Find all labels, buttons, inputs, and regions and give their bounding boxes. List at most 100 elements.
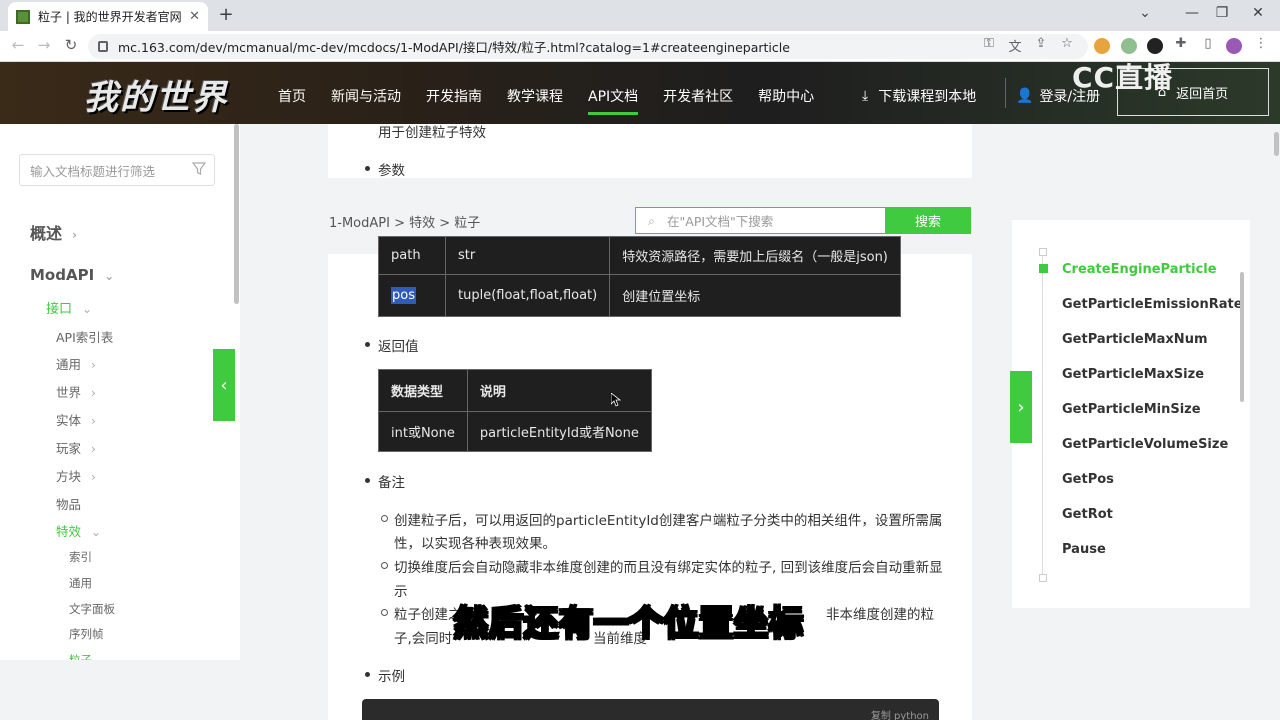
browser-tab[interactable]: 粒子 | 我的世界开发者官网 ✕ <box>8 2 208 31</box>
toc-item[interactable]: GetPos <box>1062 472 1114 487</box>
selected-text: pos <box>391 287 416 304</box>
toc-item[interactable]: GetRot <box>1062 507 1113 522</box>
lock-icon <box>98 41 108 52</box>
param-type: tuple(float,float,float) <box>444 274 611 317</box>
sidepanel-icon[interactable]: ▯ <box>1199 36 1217 51</box>
note-item-cont: 子,会同时 <box>394 631 453 647</box>
minecraft-favicon-icon <box>16 9 30 24</box>
toc-item[interactable]: GetParticleMaxNum <box>1062 332 1208 347</box>
note-item: 切换维度后会自动隐藏非本维度创建的而且没有绑定实体的粒子, 回到该维度后会自动重… <box>381 556 943 576</box>
window-close-button[interactable]: ✕ <box>1243 5 1273 21</box>
mouse-cursor-icon <box>611 393 621 407</box>
sidebar-item-item[interactable]: 物品 <box>56 494 81 513</box>
return-type: int或None <box>378 411 468 452</box>
toc-item[interactable]: Pause <box>1062 542 1106 557</box>
download-course-link[interactable]: ⤓ 下载课程到本地 <box>862 86 976 106</box>
site-logo[interactable]: 我的世界 <box>84 70 228 119</box>
param-desc: 特效资源路径，需要加上后缀名（一般是json) <box>609 236 901 275</box>
search-icon: ⌕ <box>648 212 656 228</box>
sidebar-item-effects-general[interactable]: 通用 <box>69 575 92 591</box>
sidebar-scrollbar[interactable] <box>234 124 239 304</box>
header-divider <box>1005 78 1006 108</box>
extension-icon[interactable] <box>1094 38 1110 54</box>
tab-close-icon[interactable]: ✕ <box>189 9 200 24</box>
copy-code-button[interactable]: 复制 python <box>871 707 929 720</box>
table-row: path str 特效资源路径，需要加上后缀名（一般是json) <box>378 236 901 275</box>
sidebar-item-modapi[interactable]: ModAPI ⌄ <box>30 266 114 284</box>
collapse-sidebar-button[interactable]: ‹ <box>213 349 235 421</box>
sidebar-item-block[interactable]: 方块 › <box>56 466 96 485</box>
download-label: 下载课程到本地 <box>878 89 977 105</box>
note-item-cont: 性，以实现各种表现效果。 <box>394 536 556 552</box>
reload-button[interactable]: ↻ <box>61 36 81 54</box>
sidebar-item-effects-index[interactable]: 索引 <box>69 549 92 565</box>
code-block: 复制 python <box>362 699 939 720</box>
sidebar-item-sequence-frame[interactable]: 序列帧 <box>69 626 104 642</box>
extension-icon[interactable] <box>1147 38 1163 54</box>
nav-community[interactable]: 开发者社区 <box>663 86 733 115</box>
translate-icon[interactable]: 文 <box>1006 36 1024 55</box>
toc-scrollbar[interactable] <box>1240 272 1244 402</box>
nav-help[interactable]: 帮助中心 <box>758 86 814 115</box>
sidebar-item-world[interactable]: 世界 › <box>56 382 96 401</box>
browser-tab-bar: 粒子 | 我的世界开发者官网 ✕ + ⌄ — ❐ ✕ <box>0 0 1280 31</box>
sidebar-item-particle[interactable]: 粒子 <box>69 652 92 660</box>
sidebar-item-overview[interactable]: 概述 › <box>30 220 77 244</box>
example-heading: 示例 <box>365 665 405 685</box>
profile-avatar[interactable] <box>1226 38 1242 54</box>
chevron-left-icon: ‹ <box>220 374 228 396</box>
bookmark-star-icon[interactable]: ☆ <box>1058 36 1076 51</box>
params-table: path str 特效资源路径，需要加上后缀名（一般是json) pos tup… <box>378 236 901 317</box>
window-maximize-button[interactable]: ❐ <box>1207 5 1237 21</box>
forward-button[interactable]: → <box>34 36 54 54</box>
sidebar-item-entity[interactable]: 实体 › <box>56 410 96 429</box>
collapse-toc-button[interactable]: › <box>1010 371 1032 443</box>
sidebar-item-effects[interactable]: 特效 ⌄ <box>56 521 101 540</box>
search-button[interactable]: 搜索 <box>885 207 971 234</box>
nav-api-docs[interactable]: API文档 <box>588 86 639 115</box>
toc-item[interactable]: CreateEngineParticle <box>1062 262 1217 277</box>
new-tab-button[interactable]: + <box>216 4 236 25</box>
param-name: pos <box>378 274 446 317</box>
key-icon[interactable]: ⚿ <box>980 36 998 51</box>
extension-icon[interactable] <box>1121 38 1137 54</box>
param-name: path <box>378 236 446 275</box>
url-text: mc.163.com/dev/mcmanual/mc-dev/mcdocs/1-… <box>118 40 790 55</box>
sidebar-item-player[interactable]: 玩家 › <box>56 438 96 457</box>
return-table: 数据类型 说明 int或None particleEntityId或者None <box>378 369 652 452</box>
sidebar-item-api-index[interactable]: API索引表 <box>56 327 113 346</box>
puzzle-extensions-icon[interactable]: ✚ <box>1172 36 1190 51</box>
page-scrollbar[interactable] <box>1274 132 1279 156</box>
doc-filter-input[interactable]: 输入文档标题进行筛选 <box>19 154 215 186</box>
sidebar-item-text-panel[interactable]: 文字面板 <box>69 601 115 617</box>
toc-rail <box>1042 248 1043 580</box>
search-placeholder: 在"API文档"下搜索 <box>667 214 774 229</box>
download-icon: ⤓ <box>862 88 869 104</box>
back-home-label: 返回首页 <box>1176 86 1229 102</box>
nav-guide[interactable]: 开发指南 <box>426 86 482 115</box>
toc-item[interactable]: GetParticleEmissionRate <box>1062 297 1243 312</box>
api-search-input[interactable]: ⌕ 在"API文档"下搜索 <box>635 207 886 234</box>
address-bar[interactable]: mc.163.com/dev/mcmanual/mc-dev/mcdocs/1-… <box>88 34 1088 59</box>
nav-home[interactable]: 首页 <box>278 86 306 115</box>
table-row: int或None particleEntityId或者None <box>378 411 652 452</box>
main-nav: 首页 新闻与活动 开发指南 教学课程 API文档 开发者社区 帮助中心 <box>278 86 839 115</box>
toc-item[interactable]: GetParticleMinSize <box>1062 402 1201 417</box>
window-minimize-button[interactable]: — <box>1177 5 1207 21</box>
toc-end-marker <box>1039 574 1047 582</box>
back-button[interactable]: ← <box>8 36 28 54</box>
share-icon[interactable]: ⇪ <box>1032 36 1050 51</box>
return-heading: 返回值 <box>365 335 419 355</box>
menu-kebab-icon[interactable]: ⋮ <box>1252 36 1270 51</box>
chevron-right-icon: › <box>1017 396 1025 418</box>
breadcrumb[interactable]: 1-ModAPI > 特效 > 粒子 <box>329 212 480 231</box>
note-item: 创建粒子后，可以用返回的particleEntityId创建客户端粒子分类中的相… <box>380 509 942 529</box>
toc-item[interactable]: GetParticleMaxSize <box>1062 367 1204 382</box>
filter-funnel-icon <box>192 162 206 175</box>
sidebar-item-general[interactable]: 通用 › <box>56 354 96 373</box>
tab-search-icon[interactable]: ⌄ <box>1130 5 1160 21</box>
toc-item[interactable]: GetParticleVolumeSize <box>1062 437 1228 452</box>
nav-news[interactable]: 新闻与活动 <box>331 86 401 115</box>
nav-courses[interactable]: 教学课程 <box>507 86 563 115</box>
sidebar-item-interface[interactable]: 接口 ⌄ <box>46 298 92 317</box>
